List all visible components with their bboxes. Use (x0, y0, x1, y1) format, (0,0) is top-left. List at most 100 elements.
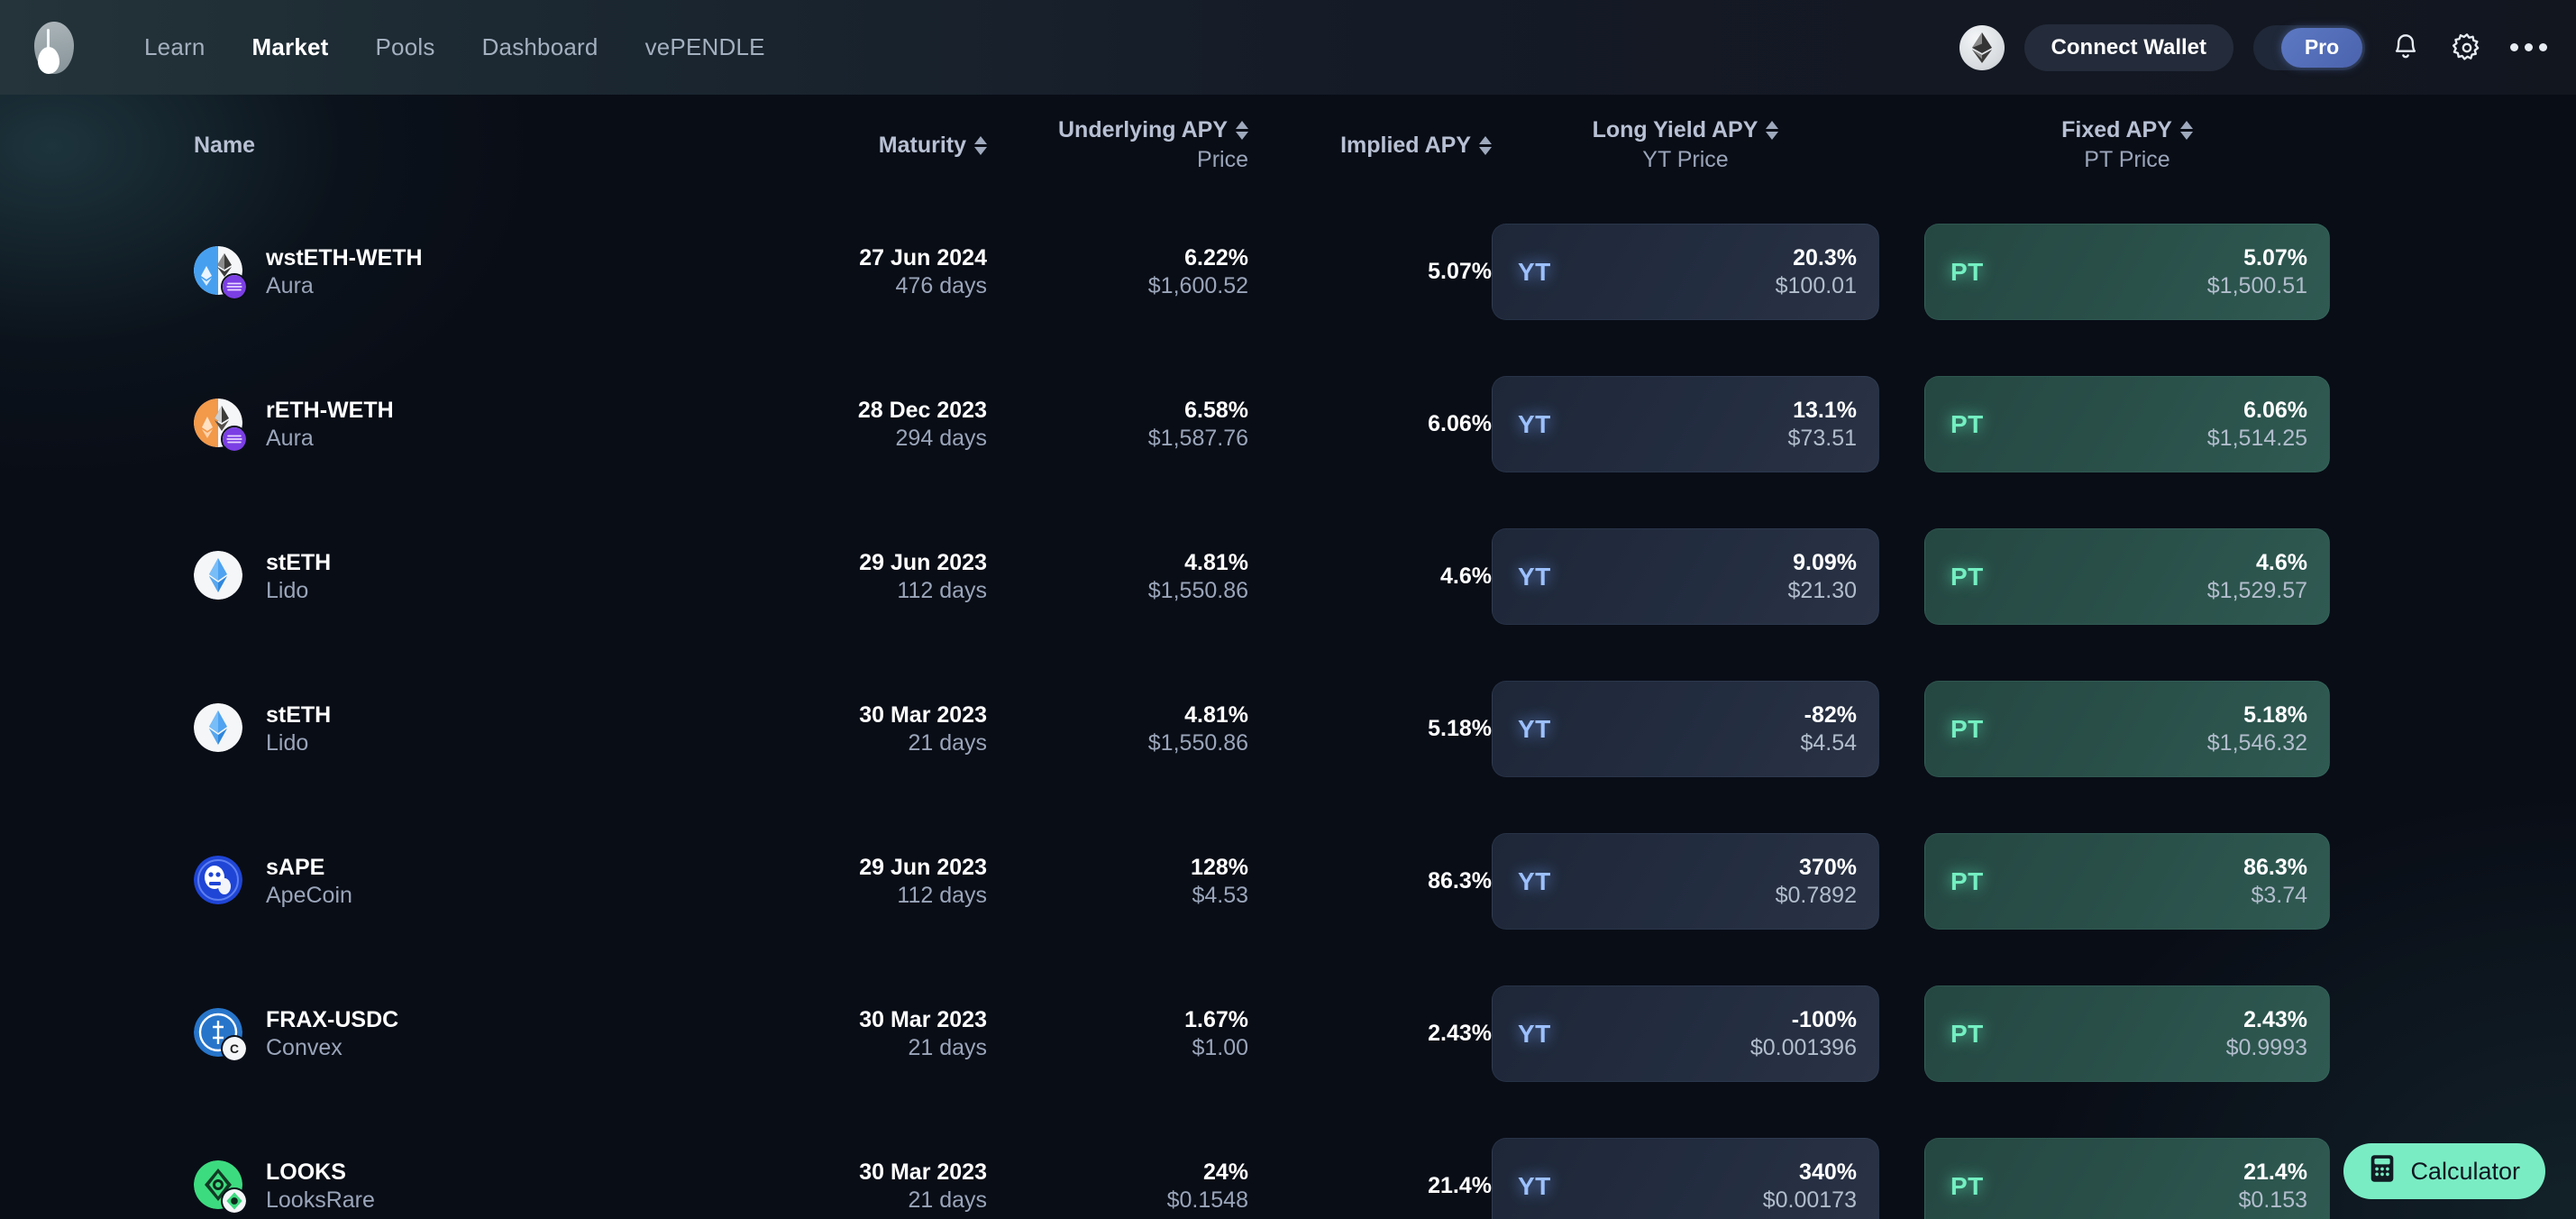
pt-price-value: $1,514.25 (2206, 425, 2307, 451)
steth-icon (194, 702, 242, 752)
pt-card[interactable]: PT 21.4% $0.153 (1924, 1138, 2330, 1219)
maturity-days: 21 days (908, 1034, 987, 1060)
navbar-actions: Connect Wallet Pro (1959, 23, 2549, 71)
pt-card[interactable]: PT 4.6% $1,529.57 (1924, 528, 2330, 625)
nav-link-learn[interactable]: Learn (121, 24, 229, 70)
ellipsis-icon[interactable] (2507, 27, 2549, 69)
market-name: LOOKS (266, 1159, 346, 1185)
table-row[interactable]: LOOKS LooksRare 30 Mar 2023 21 days 24% … (0, 1110, 2576, 1219)
sort-icon-maturity[interactable] (974, 135, 987, 155)
maturity-date: 29 Jun 2023 (859, 854, 987, 880)
underlying-price-value: $1,600.52 (1147, 272, 1248, 298)
pt-card[interactable]: PT 2.43% $0.9993 (1924, 985, 2330, 1082)
yt-price-value: $0.7892 (1775, 882, 1857, 908)
yt-card[interactable]: YT 340% $0.00173 (1492, 1138, 1879, 1219)
convex-icon: C (221, 1034, 248, 1062)
market-protocol: LooksRare (266, 1187, 375, 1213)
market-name-text: LOOKS LooksRare (266, 1159, 375, 1214)
looksrare-sub-icon (221, 1187, 248, 1214)
yt-values: -100% $0.001396 (1750, 1006, 1857, 1062)
implied-apy-cell: 4.6% (1440, 564, 1492, 589)
nav-link-pools[interactable]: Pools (352, 24, 459, 70)
pt-card[interactable]: PT 6.06% $1,514.25 (1924, 376, 2330, 472)
pt-tag: PT (1950, 1171, 1984, 1200)
yt-tag: YT (1518, 409, 1551, 438)
pendle-logo[interactable] (27, 20, 83, 76)
market-name: FRAX-USDC (266, 1007, 399, 1032)
table-row[interactable]: sAPE ApeCoin 29 Jun 2023 112 days 128% $… (0, 805, 2576, 958)
market-name-cell[interactable]: C FRAX-USDC Convex (194, 1006, 699, 1062)
market-name-text: sAPE ApeCoin (266, 854, 352, 909)
yt-price-value: $100.01 (1775, 272, 1857, 298)
calculator-label: Calculator (2410, 1157, 2520, 1185)
maturity-date: 30 Mar 2023 (859, 701, 987, 728)
yt-apy-value: 9.09% (1793, 549, 1857, 575)
yt-card[interactable]: YT 20.3% $100.01 (1492, 224, 1879, 320)
pt-price-value: $0.153 (2238, 1187, 2307, 1213)
nav-link-dashboard[interactable]: Dashboard (459, 24, 622, 70)
column-header-fixed-apy-label: Fixed APY (2061, 117, 2172, 142)
ellipsis-dots (2509, 43, 2547, 51)
market-name-cell[interactable]: stETH Lido (194, 549, 699, 604)
calculator-button[interactable]: Calculator (2343, 1143, 2545, 1199)
asset-icon-group (194, 245, 248, 300)
sort-icon-fixed-apy[interactable] (2179, 121, 2193, 140)
maturity-cell: 27 Jun 2024 476 days (699, 244, 987, 300)
pro-mode-label: Pro (2281, 27, 2362, 68)
maturity-days: 21 days (908, 1187, 987, 1213)
yt-card[interactable]: YT 370% $0.7892 (1492, 833, 1879, 930)
gear-icon[interactable] (2446, 27, 2488, 69)
ethereum-icon[interactable] (1959, 24, 2005, 70)
maturity-date: 27 Jun 2024 (859, 244, 987, 270)
yt-card[interactable]: YT 9.09% $21.30 (1492, 528, 1879, 625)
nav-link-vependle[interactable]: vePENDLE (622, 24, 789, 70)
table-row[interactable]: rETH-WETH Aura 28 Dec 2023 294 days 6.58… (0, 348, 2576, 500)
sort-icon-implied-apy[interactable] (1479, 135, 1492, 155)
column-header-long-yield-apy[interactable]: Long Yield APY YT Price (1492, 117, 1879, 173)
table-row[interactable]: C FRAX-USDC Convex 30 Mar 2023 21 days 1… (0, 958, 2576, 1110)
yt-card[interactable]: YT 13.1% $73.51 (1492, 376, 1879, 472)
market-name-cell[interactable]: LOOKS LooksRare (194, 1159, 699, 1214)
market-protocol: Aura (266, 425, 314, 451)
underlying-apy-value: 6.22% (1184, 244, 1248, 270)
underlying-apy-cell: 128% $4.53 (987, 854, 1248, 910)
yt-card[interactable]: YT -82% $4.54 (1492, 681, 1879, 777)
implied-apy-cell: 5.18% (1428, 716, 1492, 741)
yt-price-value: $73.51 (1787, 425, 1857, 451)
column-header-fixed-apy[interactable]: Fixed APY PT Price (1924, 117, 2330, 173)
asset-icon-group (194, 550, 246, 603)
pt-card[interactable]: PT 86.3% $3.74 (1924, 833, 2330, 930)
column-header-maturity[interactable]: Maturity (699, 133, 987, 159)
market-name-cell[interactable]: stETH Lido (194, 701, 699, 756)
pt-tag: PT (1950, 409, 1984, 438)
table-row[interactable]: stETH Lido 29 Jun 2023 112 days 4.81% $1… (0, 500, 2576, 653)
connect-wallet-button[interactable]: Connect Wallet (2023, 23, 2233, 71)
table-row[interactable]: stETH Lido 30 Mar 2023 21 days 4.81% $1,… (0, 653, 2576, 805)
market-name-text: wstETH-WETH Aura (266, 244, 423, 299)
market-name-cell[interactable]: sAPE ApeCoin (194, 854, 699, 909)
pt-values: 5.18% $1,546.32 (2207, 701, 2307, 757)
pt-price-value: $0.9993 (2225, 1034, 2307, 1060)
table-row[interactable]: wstETH-WETH Aura 27 Jun 2024 476 days 6.… (0, 196, 2576, 348)
underlying-apy-cell: 24% $0.1548 (987, 1159, 1248, 1214)
yt-tag: YT (1518, 1019, 1551, 1048)
sort-icon-long-yield-apy[interactable] (1766, 121, 1779, 140)
nav-link-market[interactable]: Market (229, 24, 352, 70)
pro-mode-toggle[interactable]: Pro (2253, 24, 2365, 70)
pt-tag: PT (1950, 562, 1984, 591)
market-name-cell[interactable]: wstETH-WETH Aura (194, 244, 699, 300)
pt-tag: PT (1950, 866, 1984, 895)
pt-card[interactable]: PT 5.07% $1,500.51 (1924, 224, 2330, 320)
primary-nav: Learn Market Pools Dashboard vePENDLE (121, 24, 789, 70)
sort-icon-underlying-apy[interactable] (1236, 121, 1248, 140)
pt-card[interactable]: PT 5.18% $1,546.32 (1924, 681, 2330, 777)
maturity-cell: 30 Mar 2023 21 days (699, 701, 987, 757)
column-header-underlying-apy[interactable]: Underlying APY Price (987, 117, 1248, 173)
column-header-implied-apy[interactable]: Implied APY (1248, 133, 1492, 159)
market-name-cell[interactable]: rETH-WETH Aura (194, 397, 699, 453)
underlying-apy-value: 6.58% (1184, 397, 1248, 423)
bell-icon[interactable] (2385, 27, 2426, 69)
top-navbar: Learn Market Pools Dashboard vePENDLE Co… (0, 0, 2576, 95)
yt-card[interactable]: YT -100% $0.001396 (1492, 985, 1879, 1082)
yt-apy-value: 370% (1799, 854, 1857, 880)
